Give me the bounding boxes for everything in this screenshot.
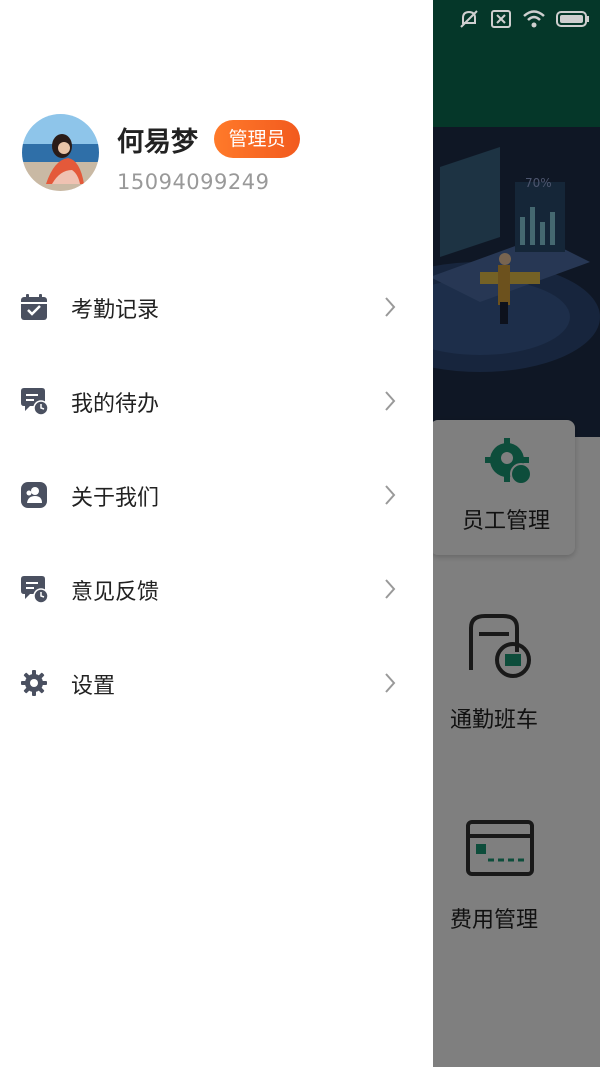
menu-label: 关于我们: [71, 486, 160, 511]
todo-clock-icon: [21, 388, 48, 415]
avatar[interactable]: [22, 114, 99, 191]
role-badge: 管理员: [214, 120, 300, 158]
calendar-check-icon: [21, 294, 47, 320]
battery-icon: [556, 11, 589, 27]
chevron-right-icon: [385, 485, 396, 505]
avatar-photo: [22, 114, 99, 191]
menu-item-feedback[interactable]: 意见反馈: [0, 554, 433, 624]
menu-label: 设置: [71, 674, 116, 699]
no-sim-icon: [491, 10, 511, 28]
chevron-right-icon: [385, 297, 396, 317]
menu-item-attendance[interactable]: 考勤记录: [0, 272, 433, 342]
menu-label: 意见反馈: [71, 580, 160, 605]
chevron-right-icon: [385, 579, 396, 599]
user-phone: 15094099249: [117, 170, 270, 194]
menu-item-todo[interactable]: 我的待办: [0, 366, 433, 436]
chevron-right-icon: [385, 673, 396, 693]
menu-item-settings[interactable]: 设置: [0, 648, 433, 718]
mute-icon: [460, 10, 478, 28]
user-name: 何易梦: [117, 127, 198, 158]
gear-icon: [21, 670, 47, 696]
wifi-icon: [523, 10, 545, 28]
chevron-right-icon: [385, 391, 396, 411]
about-users-icon: [21, 482, 47, 508]
menu-label: 我的待办: [71, 392, 160, 417]
navigation-drawer: 何易梦 管理员 15094099249 考勤记录 我的待办 关于我们 意见反馈 …: [0, 0, 433, 1067]
feedback-clock-icon: [21, 576, 48, 603]
menu-item-about[interactable]: 关于我们: [0, 460, 433, 530]
status-bar: [458, 8, 590, 30]
menu-label: 考勤记录: [71, 298, 160, 323]
